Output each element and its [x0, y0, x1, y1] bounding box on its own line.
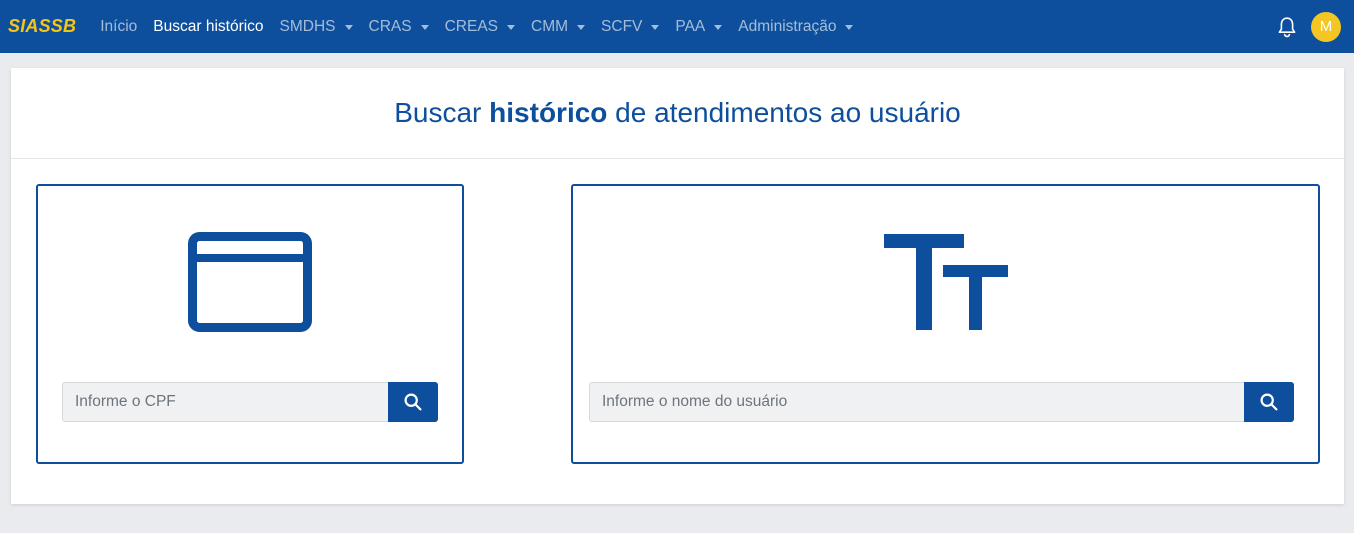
title-bold: histórico [489, 97, 608, 128]
nav-item-label: PAA [675, 17, 706, 35]
search-icon [404, 393, 422, 411]
nav-item-label: CMM [531, 17, 569, 35]
nav-item-label: SMDHS [279, 17, 336, 35]
nav-item-scfv[interactable]: SCFV [601, 17, 660, 36]
credit-card-icon [38, 232, 462, 332]
cpf-search-button[interactable] [388, 382, 438, 422]
name-search-group [589, 382, 1294, 422]
caret-down-icon [420, 25, 429, 30]
nav-item-cras[interactable]: CRAS [369, 18, 429, 36]
nav-item-label: SCFV [601, 17, 643, 35]
bell-icon[interactable] [1277, 16, 1299, 38]
nav-item-inicio[interactable]: Início [100, 18, 137, 36]
nav-item-administracao[interactable]: Administração [738, 17, 854, 36]
title-prefix: Buscar [394, 97, 490, 128]
search-history-card: Buscar histórico de atendimentos ao usuá… [11, 68, 1344, 504]
nav-item-label: CREAS [444, 17, 499, 35]
cpf-input[interactable] [62, 382, 388, 422]
text-size-icon [573, 232, 1318, 332]
search-icon [1260, 393, 1278, 411]
cpf-search-group [62, 382, 438, 422]
name-search-button[interactable] [1244, 382, 1294, 422]
caret-down-icon [845, 25, 854, 30]
caret-down-icon [507, 25, 516, 30]
card-header: Buscar histórico de atendimentos ao usuá… [11, 68, 1344, 159]
user-avatar[interactable]: M [1311, 11, 1341, 42]
caret-down-icon [577, 25, 586, 30]
nav-item-label: CRAS [368, 17, 412, 35]
nav-item-smdhs[interactable]: SMDHS [280, 18, 353, 36]
nav-item-label: Administração [738, 17, 837, 35]
navbar-right: M [1277, 0, 1341, 53]
nav-item-creas[interactable]: CREAS [444, 17, 516, 36]
caret-down-icon [344, 25, 353, 30]
nav-item-cmm[interactable]: CMM [531, 17, 586, 36]
brand-logo[interactable]: SIASSB [8, 16, 76, 37]
user-name-input[interactable] [589, 382, 1244, 422]
title-suffix: de atendimentos ao usuário [607, 97, 961, 128]
top-navbar: SIASSB Início Buscar histórico SMDHS CRA… [0, 0, 1354, 53]
nav-item-buscar-historico[interactable]: Buscar histórico [153, 18, 263, 36]
nav-item-label: Início [100, 17, 138, 35]
caret-down-icon [651, 25, 660, 30]
page-title: Buscar histórico de atendimentos ao usuá… [394, 97, 961, 129]
cpf-search-panel [36, 184, 464, 464]
name-search-panel [571, 184, 1320, 464]
caret-down-icon [714, 25, 723, 30]
nav-item-label: Buscar histórico [153, 17, 264, 35]
nav-item-paa[interactable]: PAA [675, 17, 723, 36]
